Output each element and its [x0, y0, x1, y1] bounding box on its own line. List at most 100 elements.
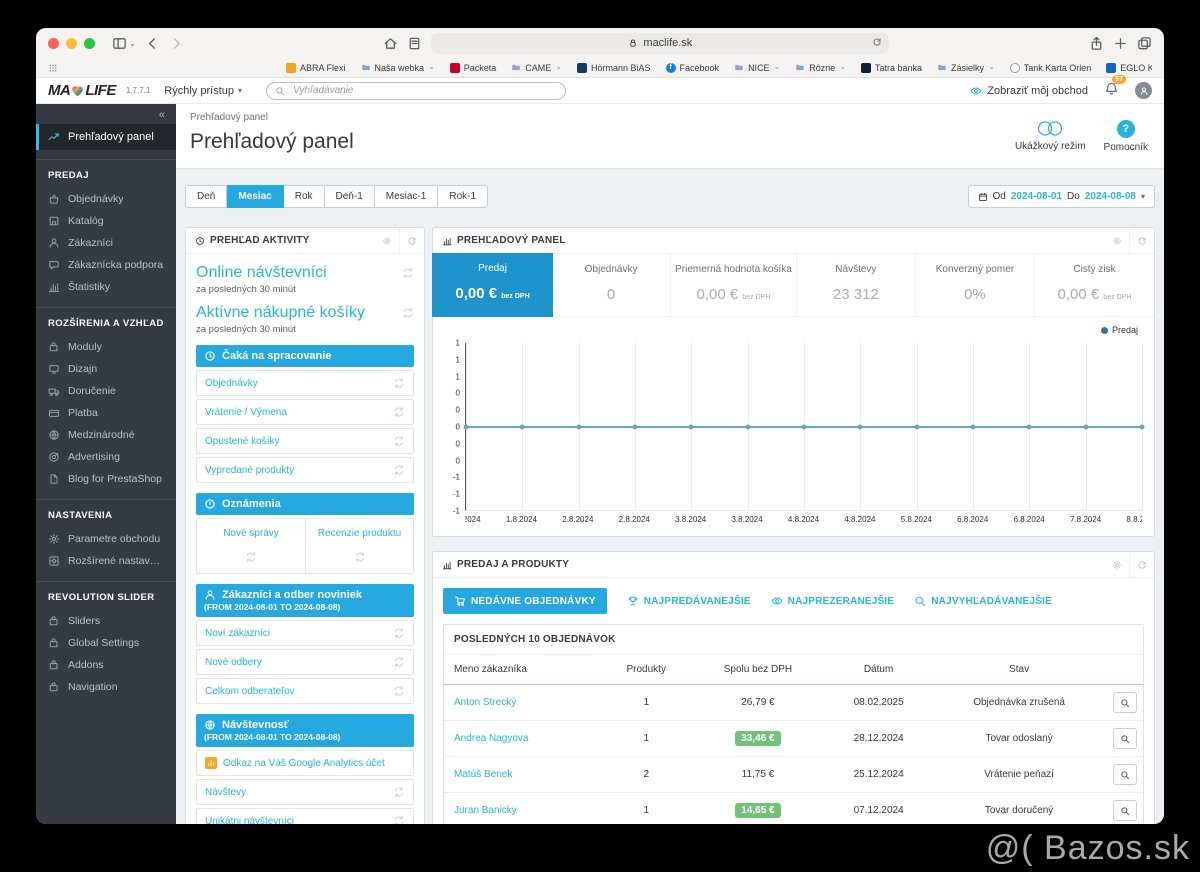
quick-access-dropdown[interactable]: Rýchly prístup ▾: [164, 85, 242, 97]
collapse-sidebar-icon[interactable]: «: [36, 104, 176, 124]
tab-overview-icon[interactable]: [1137, 36, 1152, 51]
google-analytics-link[interactable]: Odkaz na Váš Google Analytics účet: [196, 750, 414, 776]
activity-item-objednavky[interactable]: Objednávky: [196, 370, 414, 396]
sidebar-item-dorucenie[interactable]: Doručenie: [36, 380, 176, 402]
sidebar-item-rozsirene-nastavenia[interactable]: Rozšírené nastavenia: [36, 550, 176, 572]
search-input[interactable]: [291, 84, 558, 97]
close-button[interactable]: [48, 37, 59, 49]
customer-link[interactable]: Andrea Nagyova: [454, 733, 529, 744]
sidebar-toggle-icon[interactable]: ⌄: [112, 36, 136, 51]
customer-link[interactable]: Anton Strecký: [454, 697, 516, 708]
activity-item-opustene-kosiky[interactable]: Opustené košíky: [196, 428, 414, 454]
bookmark-packeta[interactable]: Packeta: [449, 62, 496, 73]
activity-item-novi-zakaznici[interactable]: Noví zákazníci: [196, 620, 414, 646]
activity-item-celkom-odberatelov[interactable]: Celkom odberateľov: [196, 678, 414, 704]
reader-icon[interactable]: [407, 36, 422, 51]
kpi-objednavky[interactable]: Objednávky 0: [552, 254, 672, 316]
address-bar[interactable]: maclife.sk: [431, 32, 890, 54]
view-order-button[interactable]: [1113, 728, 1137, 749]
kpi-navstevy[interactable]: Návštevy 23 312: [797, 254, 916, 316]
bookmark-nasa-webka[interactable]: Naša webka ⌄: [361, 62, 435, 74]
sidebar-item-blog-for-prestashop[interactable]: Blog for PrestaShop: [36, 468, 176, 490]
bookmark-facebook[interactable]: f Facebook: [665, 62, 719, 73]
demo-mode-toggle[interactable]: Ukážkový režim: [1015, 120, 1086, 153]
kpi-cisty-zisk[interactable]: Čistý zisk 0,00 € bez DPH: [1035, 254, 1154, 316]
bookmark-nice[interactable]: NICE ⌄: [734, 62, 780, 74]
bookmark-tatra-banka[interactable]: Tatra banka: [861, 62, 922, 73]
refresh-icon[interactable]: [399, 227, 424, 254]
bookmark-eglo-kiosk[interactable]: EGLO KIOSK: [1106, 62, 1152, 73]
forward-icon[interactable]: [169, 36, 184, 51]
bookmark-zasielky[interactable]: Zásielky ⌄: [937, 62, 995, 74]
activity-metric[interactable]: Nové správy: [197, 519, 305, 573]
sidebar-item-navigation[interactable]: Navigation: [36, 676, 176, 698]
kpi-priemerna-hodnota-kosika[interactable]: Priemerná hodnota košíka 0,00 € bez DPH: [671, 254, 797, 316]
sidebar-item-sliders[interactable]: Sliders: [36, 610, 176, 632]
bookmark-rozne[interactable]: Rôzne ⌄: [795, 62, 846, 74]
active-carts-link[interactable]: Aktívne nákupné košíky: [196, 304, 414, 322]
activity-item-vypredane-produkty[interactable]: Vypredané produkty: [196, 457, 414, 483]
minimize-button[interactable]: [66, 37, 77, 49]
filter-rok-1[interactable]: Rok-1: [438, 185, 489, 208]
customer-link[interactable]: Matúš Benek: [454, 769, 512, 780]
view-order-button[interactable]: [1113, 764, 1137, 785]
grid-icon[interactable]: [48, 63, 58, 73]
sidebar-item-katalog[interactable]: Katalóg: [36, 210, 176, 232]
date-range-button[interactable]: Od 2024-08-01 Do 2024-08-08 ▾: [967, 185, 1155, 208]
filter-den[interactable]: Deň: [185, 185, 228, 208]
refresh-icon[interactable]: [1129, 551, 1154, 578]
back-icon[interactable]: [145, 36, 160, 51]
gear-icon[interactable]: [1105, 552, 1129, 578]
sidebar-item-zakaznici[interactable]: Zákazníci: [36, 232, 176, 254]
view-order-button[interactable]: [1113, 692, 1137, 713]
filter-den-1[interactable]: Deň-1: [324, 185, 375, 208]
activity-item-nove-odbery[interactable]: Nové odbery: [196, 649, 414, 675]
online-visitors-link[interactable]: Online návštevníci: [196, 264, 414, 282]
bookmark-hormann-bias[interactable]: Hörmann BiAS: [577, 62, 651, 73]
tab-nedavne-objednavky[interactable]: NEDÁVNE OBJEDNÁVKY: [443, 588, 607, 614]
sidebar-item-platba[interactable]: Platba: [36, 402, 176, 424]
bookmark-tank-karta-orlen[interactable]: Tank Karta Orlen: [1009, 62, 1091, 73]
sidebar-item-advertising[interactable]: Advertising: [36, 446, 176, 468]
kpi-konverzny-pomer[interactable]: Konverzný pomer 0%: [916, 254, 1035, 316]
share-icon[interactable]: [1089, 36, 1104, 51]
sidebar-item-objednavky[interactable]: Objednávky: [36, 188, 176, 210]
view-order-button[interactable]: [1113, 800, 1137, 821]
view-shop-link[interactable]: Zobraziť môj obchod: [970, 85, 1088, 97]
tab-najprezeranejsie[interactable]: NAJPREZERANEJŠIE: [771, 595, 895, 607]
sidebar-item-statistiky[interactable]: Štatistiky: [36, 276, 176, 298]
activity-item-vratenie-vymena[interactable]: Vrátenie / Výmena: [196, 399, 414, 425]
kpi-predaj[interactable]: Predaj 0,00 € bez DPH: [432, 253, 554, 317]
refresh-icon[interactable]: [872, 37, 882, 50]
sidebar-item-global-settings[interactable]: Global Settings: [36, 632, 176, 654]
sidebar-item-medzinarodne[interactable]: Medzinárodné: [36, 424, 176, 446]
zoom-button[interactable]: [84, 37, 95, 49]
bookmark-abra-flexi[interactable]: ABRA Flexi: [286, 62, 346, 73]
bookmark-came[interactable]: CAME ⌄: [511, 62, 562, 74]
gear-icon[interactable]: [375, 228, 399, 254]
help-button[interactable]: ? Pomocník: [1104, 120, 1148, 153]
new-tab-icon[interactable]: [1113, 36, 1128, 51]
sidebar-item-moduly[interactable]: Moduly: [36, 336, 176, 358]
shop-logo[interactable]: MA LIFE: [48, 82, 116, 99]
sidebar-item-zakaznicka-podpora[interactable]: Zákaznícka podpora: [36, 254, 176, 276]
sidebar-item-dizajn[interactable]: Dizajn: [36, 358, 176, 380]
tab-najpredavanejsie[interactable]: NAJPREDÁVANEJŠIE: [627, 595, 751, 607]
gear-icon[interactable]: [1105, 228, 1129, 254]
notifications-bell[interactable]: 57: [1104, 74, 1126, 101]
sidebar-item-addons[interactable]: Addons: [36, 654, 176, 676]
spinner-icon: [394, 627, 404, 639]
customer-link[interactable]: Juran Banicky: [454, 805, 517, 816]
sidebar-item-dashboard[interactable]: Prehľadový panel: [36, 124, 176, 150]
home-icon[interactable]: [383, 36, 398, 51]
avatar[interactable]: [1135, 82, 1152, 99]
activity-item-unikatni-navstevnici[interactable]: Unikátni návštevníci: [196, 808, 414, 824]
tab-najvyhladavanejsie[interactable]: NAJVYHĽADÁVANEJŠIE: [914, 595, 1052, 607]
activity-metric[interactable]: Recenzie produktu: [305, 519, 413, 573]
sidebar-item-parametre-obchodu[interactable]: Parametre obchodu: [36, 528, 176, 550]
activity-item-navstevy[interactable]: Návštevy: [196, 779, 414, 805]
filter-mesiac-1[interactable]: Mesiac-1: [374, 185, 439, 208]
filter-rok[interactable]: Rok: [283, 185, 325, 208]
filter-mesiac[interactable]: Mesiac: [227, 185, 284, 208]
refresh-icon[interactable]: [1129, 227, 1154, 254]
